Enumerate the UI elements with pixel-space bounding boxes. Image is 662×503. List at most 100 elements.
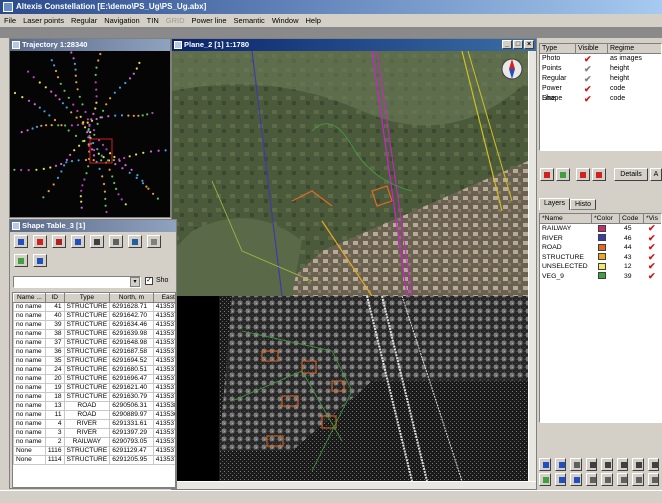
layer-row[interactable]: RIVER 46 ✔ (540, 233, 661, 244)
visible-check-icon[interactable]: ✔ (644, 271, 656, 282)
table-row[interactable]: no name37STRUCTURE6291648.9841353711 (13, 338, 175, 348)
menu-power-line[interactable]: Power line (192, 14, 227, 27)
properties-tool-button[interactable] (146, 235, 161, 248)
grid-tool-button[interactable] (585, 473, 597, 486)
layer-type-row[interactable]: Points ✔ height (540, 64, 661, 74)
zoom-out-tool-button[interactable] (601, 458, 613, 471)
menu-window[interactable]: Window (272, 14, 299, 27)
layers-table[interactable]: *Name *Color Code *Vis RAILWAY 45 ✔ RIVER… (539, 213, 662, 423)
trajectory-canvas[interactable] (7, 51, 170, 217)
layer-row[interactable]: VEG_9 39 ✔ (540, 271, 661, 282)
shape-tool-button[interactable] (32, 235, 47, 248)
menu-tin[interactable]: TIN (147, 14, 159, 27)
tab-histo[interactable]: Histo (570, 199, 596, 210)
menu-regular[interactable]: Regular (71, 14, 97, 27)
layer-type-row[interactable]: Power Line ✔ code (540, 84, 661, 102)
globe-tool-button[interactable] (127, 235, 142, 248)
table-row[interactable]: no name39STRUCTURE6291634.4641353730 (13, 320, 175, 330)
layer-row[interactable]: UNSELECTED 12 ✔ (540, 262, 661, 272)
layer-color-swatch[interactable] (592, 224, 620, 234)
column-header-name[interactable]: Name ... (13, 293, 46, 303)
table-row[interactable]: no name38STRUCTURE6291639.9841353715 (13, 329, 175, 339)
visible-check-icon[interactable]: ✔ (576, 84, 608, 94)
column-header-type[interactable]: Type (540, 44, 576, 53)
visibility-toggle-button[interactable] (540, 168, 554, 181)
table-row[interactable]: no name40STRUCTURE6291642.7041353732 (13, 311, 175, 321)
column-header-type[interactable]: Type (63, 293, 111, 303)
cut-tool-button[interactable] (616, 473, 628, 486)
layer-row[interactable]: STRUCTURE 43 ✔ (540, 252, 661, 263)
table-row[interactable]: None1116STRUCTURE6291129.4741353733 (13, 446, 175, 456)
column-header-color[interactable]: *Color (592, 214, 620, 223)
table-row[interactable]: no name36STRUCTURE6291687.5841353752 (13, 347, 175, 357)
layer-type-row[interactable]: Shape ✔ code (540, 94, 661, 104)
visible-check-icon[interactable]: ✔ (576, 94, 608, 104)
layer-color-swatch[interactable] (592, 243, 620, 253)
info-tool-button[interactable] (570, 458, 582, 471)
filter-combobox[interactable]: ▾ (13, 276, 141, 288)
layer-type-row[interactable]: Regular ✔ height (540, 74, 661, 84)
menu-navigation[interactable]: Navigation (104, 14, 139, 27)
zoom-tool-button[interactable] (539, 458, 551, 471)
table-row[interactable]: no name18STRUCTURE6291630.7941353760 (13, 392, 175, 402)
delete-tool-button[interactable] (51, 235, 66, 248)
plane-window[interactable]: Plane_2 [1] 1:1780 _ □ × (171, 38, 537, 490)
menu-grid[interactable]: GRID (166, 14, 185, 27)
table-row[interactable]: no name35STRUCTURE6291694.5241353734 (13, 356, 175, 366)
layer-color-swatch[interactable] (592, 253, 620, 263)
add-point-button[interactable] (14, 254, 28, 267)
table-row[interactable]: no name4RIVER6291331.6141353700 (13, 419, 175, 429)
crosshair-tool-button[interactable] (647, 458, 659, 471)
a-button[interactable]: A (650, 168, 662, 181)
shape-table-grid[interactable]: Name ... ID Type North, m East, m no nam… (12, 292, 176, 488)
check-all-button[interactable] (576, 168, 590, 181)
pan-tool-button[interactable] (632, 458, 644, 471)
check-button[interactable] (32, 254, 47, 267)
arrow-tool-button[interactable] (632, 473, 644, 486)
menu-semantic[interactable]: Semantic (234, 14, 265, 27)
pin-tool-button[interactable] (108, 235, 123, 248)
table-row[interactable]: no name13ROAD6290506.3141353855 (13, 401, 175, 411)
layer-color-swatch[interactable] (592, 234, 620, 244)
table-row[interactable]: no name24STRUCTURE6291680.5141353768 (13, 365, 175, 375)
plane-canvas[interactable] (172, 51, 528, 481)
minimize-button[interactable]: _ (502, 40, 512, 49)
width-tool-button[interactable] (89, 235, 104, 248)
column-header-vis[interactable]: *Vis (644, 214, 658, 223)
visible-check-icon[interactable]: ✔ (576, 74, 608, 84)
column-header-east[interactable]: East, m (152, 293, 175, 303)
close-button[interactable]: × (524, 40, 534, 49)
trajectory-title-bar[interactable]: Trajectory 1:28340 (10, 39, 170, 51)
table-row[interactable]: no name19STRUCTURE6291621.4041353756 (13, 383, 175, 393)
menu-file[interactable]: File (4, 14, 16, 27)
shape-table-title-bar[interactable]: Shape Table_3 [1] (10, 220, 176, 232)
polyline-tool-button[interactable] (570, 473, 582, 486)
maximize-button[interactable]: □ (513, 40, 523, 49)
column-header-id[interactable]: ID (44, 293, 65, 303)
select-rect-tool-button[interactable] (616, 458, 628, 471)
trajectory-window[interactable]: Trajectory 1:28340 (7, 38, 171, 218)
plane-vertical-scrollbar[interactable] (528, 51, 536, 481)
column-header-layer-name[interactable]: *Name (540, 214, 592, 223)
table-row[interactable]: no name41STRUCTURE6291628.7141353742 (13, 302, 175, 312)
menu-laser-points[interactable]: Laser points (23, 14, 64, 27)
search-tool-button[interactable] (647, 473, 659, 486)
plane-title-bar[interactable]: Plane_2 [1] 1:1780 _ □ × (172, 39, 536, 51)
check-tool-button[interactable] (554, 473, 566, 486)
color-grid-button[interactable] (592, 168, 606, 181)
edit-tool-button[interactable] (70, 235, 85, 248)
select-tool-button[interactable] (14, 235, 28, 248)
column-header-regime[interactable]: Regime (608, 44, 634, 53)
details-button[interactable]: Details (614, 168, 648, 181)
layer-type-row[interactable]: Photo ✔ as images (540, 54, 661, 64)
edit-vertex-tool-button[interactable] (539, 473, 551, 486)
menu-help[interactable]: Help (306, 14, 321, 27)
table-row[interactable]: no name11ROAD6290889.9741353685 (13, 410, 175, 420)
dropdown-icon[interactable]: ▾ (130, 277, 140, 287)
visible-check-icon[interactable]: ✔ (576, 64, 608, 74)
tab-layers[interactable]: Layers (539, 198, 571, 210)
table-row[interactable]: no name2RAILWAY6290793.0541353733 (13, 437, 175, 447)
table-row[interactable]: None1114STRUCTURE6291205.9541353739 (13, 455, 175, 465)
layer-color-swatch[interactable] (592, 262, 620, 272)
layer-tool-button[interactable] (601, 473, 613, 486)
